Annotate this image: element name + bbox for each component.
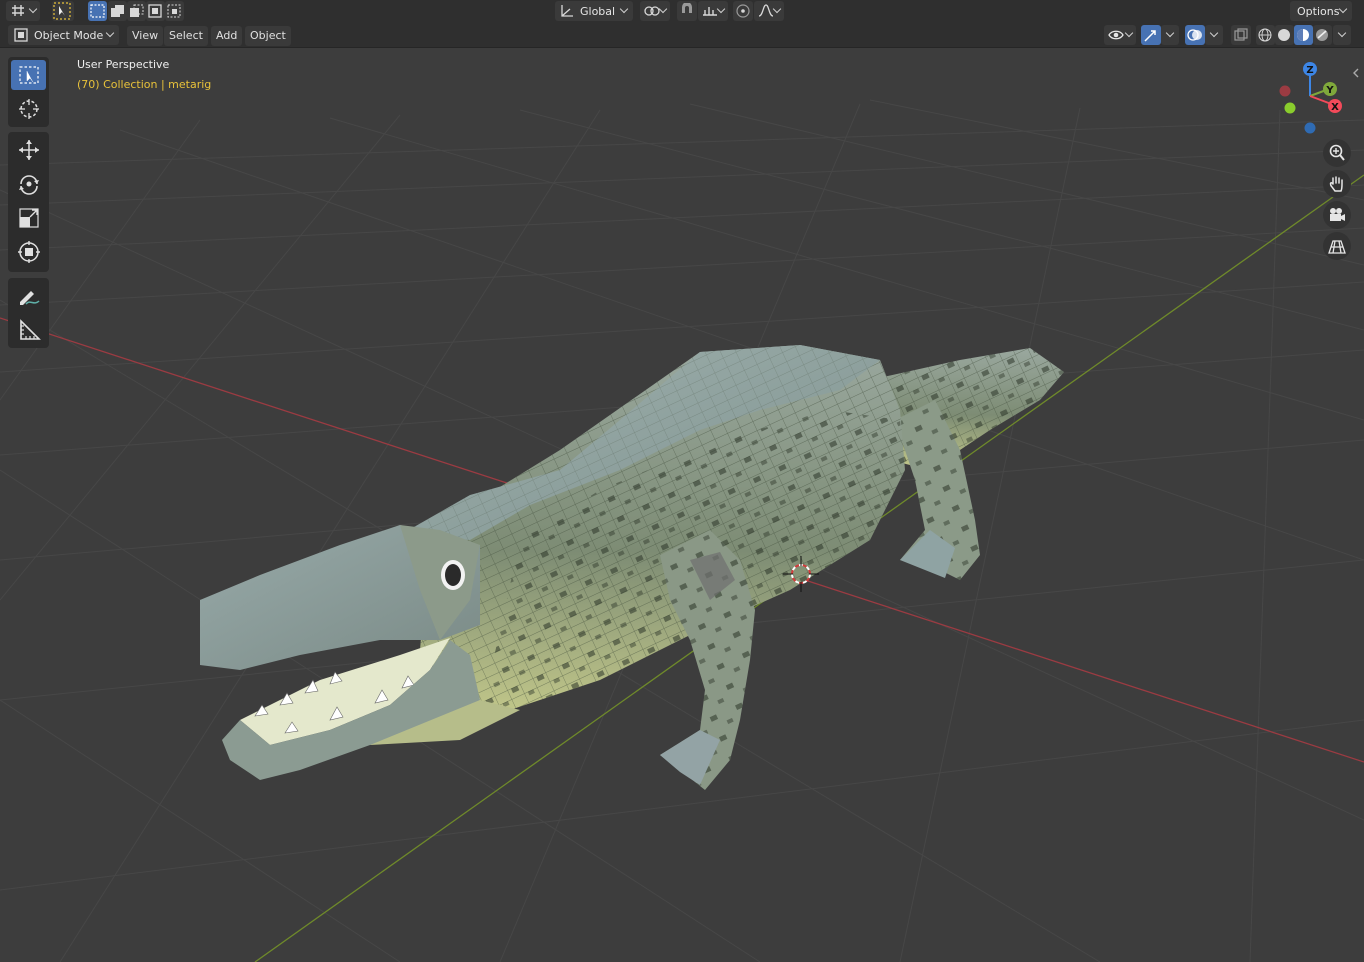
tool-rotate[interactable] (11, 169, 46, 199)
ortho-toggle-button[interactable] (1323, 232, 1351, 260)
transform-icon (17, 241, 40, 263)
overlay-circles-icon (1187, 29, 1202, 41)
select-subtract-icon (130, 4, 144, 17)
gizmo-neg-z (1304, 122, 1316, 134)
shading-rendered-button[interactable] (1313, 25, 1332, 45)
select-cursor-icon (53, 2, 71, 20)
scale-icon (18, 208, 39, 228)
select-mode-subtract-button[interactable] (127, 1, 146, 21)
blender-window: Global Options Object Mode View Select A… (0, 0, 1364, 962)
tool-transform[interactable] (11, 237, 46, 267)
menu-object[interactable]: Object (245, 26, 291, 46)
overlays-toggle[interactable] (1185, 25, 1205, 45)
tool-settings-bar: Global Options (0, 0, 1364, 22)
toolbar-group-annotate (8, 278, 49, 348)
gizmo-z-label: Z (1306, 65, 1313, 76)
navigation-gizmo[interactable]: Z Y X (1275, 58, 1355, 138)
toolbar-group-transform (8, 132, 49, 272)
viewport-3d[interactable] (0, 0, 1364, 962)
gizmo-toggle[interactable] (1141, 25, 1161, 45)
sidebar-toggle-arrow[interactable] (1351, 64, 1361, 78)
orientation-axes-icon (561, 5, 573, 17)
menu-view[interactable]: View (127, 26, 164, 46)
proportional-edit-toggle[interactable] (733, 1, 753, 21)
editor-type-icon (12, 5, 24, 16)
menu-add[interactable]: Add (211, 26, 243, 46)
camera-view-button[interactable] (1323, 201, 1351, 229)
tool-measure[interactable] (11, 315, 46, 345)
xray-icon (1234, 28, 1248, 41)
mode-dropdown[interactable]: Object Mode (8, 25, 119, 45)
pan-button[interactable] (1323, 170, 1351, 198)
select-invert-icon (148, 4, 162, 18)
select-mode-invert-button[interactable] (146, 1, 165, 21)
tool-move[interactable] (11, 135, 46, 165)
orientation-dropdown[interactable]: Global (555, 1, 633, 21)
select-mode-extend-button[interactable] (108, 1, 127, 21)
select-mode-intersect-button[interactable] (165, 1, 184, 21)
gizmo-x-label: X (1331, 102, 1339, 113)
options-dropdown[interactable]: Options (1290, 1, 1352, 21)
measure-ruler-icon (19, 319, 41, 340)
wireframe-sphere-icon (1258, 28, 1272, 42)
options-label: Options (1297, 4, 1340, 18)
overlays-dropdown[interactable] (1205, 25, 1223, 45)
proportional-edit-icon (736, 4, 750, 18)
snap-toggle[interactable] (677, 1, 697, 21)
shading-dropdown[interactable] (1333, 25, 1351, 45)
rendered-sphere-icon (1316, 29, 1328, 41)
camera-icon (1330, 208, 1345, 221)
grid-ortho-icon (1328, 240, 1346, 254)
zoom-button[interactable] (1323, 139, 1351, 167)
gizmo-y-label: Y (1325, 85, 1334, 96)
mode-label: Object Mode (34, 28, 104, 42)
shading-material-button[interactable] (1294, 25, 1313, 45)
shading-wireframe-button[interactable] (1256, 25, 1275, 45)
zoom-icon (1329, 144, 1345, 161)
snap-increment-icon (703, 7, 717, 16)
pivot-point-dropdown[interactable] (640, 1, 670, 21)
magnet-icon (682, 3, 692, 13)
rotate-icon (18, 175, 39, 195)
annotate-pencil-icon (19, 291, 40, 305)
view-name-label: User Perspective (77, 58, 170, 71)
editor-type-button[interactable] (6, 1, 40, 21)
menu-select[interactable]: Select (164, 26, 208, 46)
select-intersect-icon (167, 4, 181, 18)
gizmo-neg-x (1279, 85, 1291, 97)
gizmo-arrow-icon (1144, 30, 1156, 42)
xray-toggle[interactable] (1231, 25, 1251, 45)
gizmo-dropdown[interactable] (1161, 25, 1179, 45)
collection-info-label: (70) Collection | metarig (77, 78, 212, 91)
tool-select-box[interactable] (11, 60, 46, 90)
falloff-curve-icon (758, 4, 774, 17)
select-box-icon (18, 66, 39, 84)
snap-target-dropdown[interactable] (698, 1, 728, 21)
material-sphere-icon (1297, 29, 1309, 41)
active-tool-button[interactable] (52, 1, 74, 21)
tool-annotate[interactable] (11, 281, 46, 311)
visibility-dropdown[interactable] (1104, 25, 1136, 45)
gizmo-neg-y (1284, 102, 1296, 114)
tool-scale[interactable] (11, 203, 46, 233)
hand-pan-icon (1329, 176, 1343, 192)
chevron-left-icon (1353, 68, 1359, 78)
cursor-icon (18, 99, 39, 119)
toolbar-group-select (8, 57, 49, 127)
move-arrows-icon (18, 140, 39, 160)
pivot-icon (644, 6, 660, 16)
orientation-label: Global (580, 4, 616, 18)
object-mode-icon (14, 28, 28, 42)
solid-sphere-icon (1278, 29, 1290, 41)
shading-solid-button[interactable] (1275, 25, 1294, 45)
select-mode-new-button[interactable] (88, 1, 107, 21)
tool-cursor[interactable] (11, 94, 46, 124)
eye-icon (1108, 30, 1124, 40)
select-new-icon (90, 4, 105, 18)
falloff-dropdown[interactable] (754, 1, 784, 21)
select-extend-icon (111, 5, 124, 17)
